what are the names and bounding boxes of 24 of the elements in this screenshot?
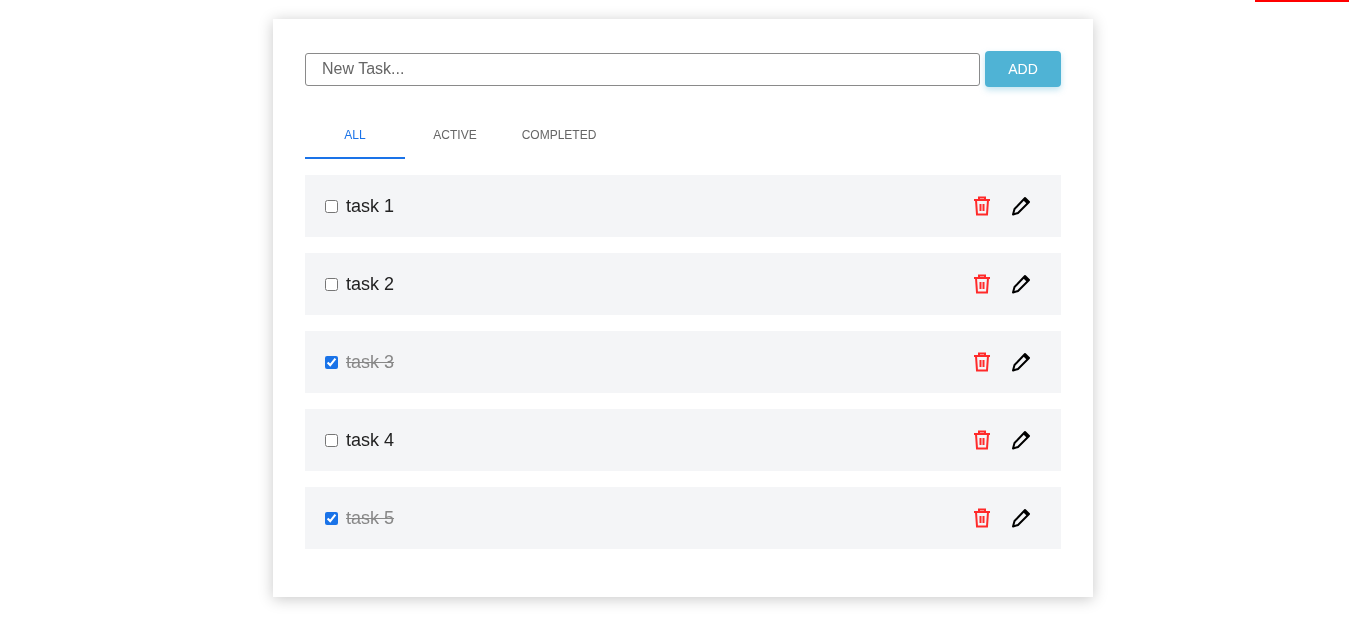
filter-tab[interactable]: COMPLETED xyxy=(505,113,613,159)
task-checkbox[interactable] xyxy=(325,199,338,213)
task-text: task 5 xyxy=(346,507,395,529)
delete-icon[interactable] xyxy=(973,508,991,528)
filter-tab[interactable]: ALL xyxy=(305,113,405,159)
delete-icon[interactable] xyxy=(973,352,991,372)
task-checkbox[interactable] xyxy=(325,511,338,525)
pencil-icon[interactable] xyxy=(1011,508,1031,528)
filter-tab[interactable]: ACTIVE xyxy=(405,113,505,159)
task-checkbox[interactable] xyxy=(325,277,338,291)
task-text: task 1 xyxy=(346,195,395,217)
pencil-icon[interactable] xyxy=(1011,274,1031,294)
pencil-icon[interactable] xyxy=(1011,352,1031,372)
task-checkbox[interactable] xyxy=(325,355,338,369)
task-checkbox[interactable] xyxy=(325,433,338,447)
task-text: task 2 xyxy=(346,273,395,295)
pencil-icon[interactable] xyxy=(1011,430,1031,450)
new-task-input[interactable]: New Task... xyxy=(305,52,980,86)
delete-icon[interactable] xyxy=(973,274,991,294)
delete-icon[interactable] xyxy=(973,196,991,216)
task-text: task 4 xyxy=(346,429,395,451)
delete-icon[interactable] xyxy=(973,430,991,450)
task-text: task 3 xyxy=(346,351,395,373)
pencil-icon[interactable] xyxy=(1011,196,1031,216)
